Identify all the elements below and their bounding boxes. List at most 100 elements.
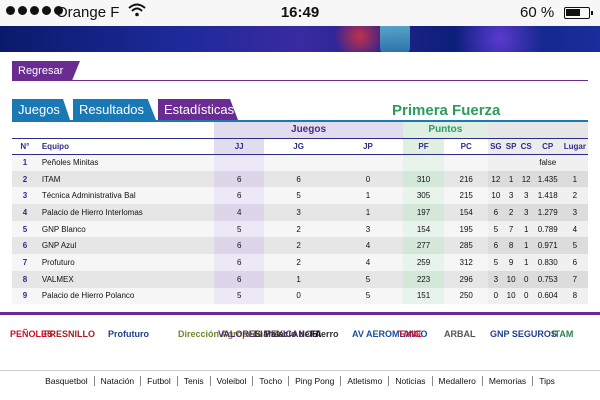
cell-jg: 3 bbox=[263, 204, 334, 221]
back-button[interactable]: Regresar bbox=[12, 61, 80, 81]
col-header-cp: CP bbox=[533, 137, 562, 155]
table-row: 4 Palacio de Hierro Interlomas 4 3 1 197 154 6 2… bbox=[12, 204, 588, 221]
cell-lugar: 4 bbox=[561, 220, 588, 238]
cell-pf: 223 bbox=[402, 270, 445, 288]
cell-cs: 3 bbox=[518, 204, 534, 221]
cell-cp: 0.789 bbox=[533, 220, 562, 238]
cell-cs: 0 bbox=[518, 287, 534, 305]
table-row: 5 GNP Blanco 5 2 3 154 195 5 7 1 0.789 4 bbox=[12, 220, 588, 238]
cell-jp: 4 bbox=[333, 254, 403, 271]
cell-cp: 0.830 bbox=[533, 254, 562, 271]
table-row: 1 Peñoles Minitas false bbox=[12, 154, 588, 171]
cell-jp: 3 bbox=[333, 220, 403, 238]
table-row: 2 ITAM 6 6 0 310 216 12 1 12 1.435 1 bbox=[12, 170, 588, 188]
col-header-equipo: Equipo bbox=[37, 137, 215, 155]
cell-equipo: Palacio de Hierro Polanco bbox=[37, 287, 215, 305]
cell-n: 4 bbox=[12, 204, 38, 221]
footer-link[interactable]: Tocho bbox=[253, 376, 290, 386]
cell-sg: 5 bbox=[488, 254, 504, 271]
cell-jj: 6 bbox=[214, 270, 264, 288]
cell-sg: 3 bbox=[488, 270, 504, 288]
tab-resultados[interactable]: Resultados bbox=[73, 99, 156, 120]
cell-jg: 1 bbox=[263, 270, 334, 288]
cell-lugar: 7 bbox=[561, 270, 588, 288]
sponsor-bar: PEÑOLES FRESNILLO Profuturo Dirección Agrop… bbox=[0, 325, 600, 357]
cell-sp bbox=[503, 154, 519, 171]
sponsor-logo[interactable]: Profuturo bbox=[108, 329, 149, 340]
cell-jj: 6 bbox=[214, 254, 264, 271]
divider bbox=[12, 80, 588, 81]
cell-n: 2 bbox=[12, 170, 38, 188]
cell-n: 5 bbox=[12, 220, 38, 238]
sponsor-logo[interactable]: TANE bbox=[398, 329, 422, 340]
cell-cs bbox=[518, 154, 534, 171]
cell-jg: 2 bbox=[263, 254, 334, 271]
cell-cs: 12 bbox=[518, 170, 534, 188]
cell-n: 8 bbox=[12, 270, 38, 288]
cell-pf: 310 bbox=[402, 170, 445, 188]
sponsor-logo[interactable]: FA bbox=[310, 329, 322, 340]
cell-n: 9 bbox=[12, 287, 38, 305]
tab-juegos[interactable]: Juegos bbox=[12, 99, 70, 120]
cell-cs: 1 bbox=[518, 254, 534, 271]
cell-lugar: 2 bbox=[561, 187, 588, 205]
group-header-juegos: Juegos bbox=[214, 122, 403, 138]
col-header-pf: PF bbox=[402, 137, 445, 155]
cell-n: 1 bbox=[12, 154, 38, 171]
cell-n: 3 bbox=[12, 187, 38, 205]
footer-link[interactable]: Medallero bbox=[433, 376, 483, 386]
col-header-jp: JP bbox=[333, 137, 403, 155]
sponsor-logo[interactable]: ARBAL bbox=[444, 329, 476, 340]
cell-sg: 10 bbox=[488, 187, 504, 205]
division-title: Primera Fuerza bbox=[392, 102, 501, 119]
sponsor-divider bbox=[0, 312, 600, 315]
cell-equipo: Palacio de Hierro Interlomas bbox=[37, 204, 215, 221]
cell-cp: 1.279 bbox=[533, 204, 562, 221]
cell-jp: 4 bbox=[333, 237, 403, 255]
cell-cs: 1 bbox=[518, 237, 534, 255]
cell-pf: 277 bbox=[402, 237, 445, 255]
cell-cs: 0 bbox=[518, 270, 534, 288]
cell-pc bbox=[444, 154, 489, 171]
footer-link[interactable]: Ping Pong bbox=[289, 376, 342, 386]
footer-link[interactable]: Tenis bbox=[178, 376, 211, 386]
table-row: 9 Palacio de Hierro Polanco 5 0 5 151 250 0 10 0 0… bbox=[12, 287, 588, 305]
cell-sp: 10 bbox=[503, 270, 519, 288]
cell-sp: 8 bbox=[503, 237, 519, 255]
cell-cp: 0.753 bbox=[533, 270, 562, 288]
header-banner bbox=[0, 26, 600, 52]
cell-sp: 1 bbox=[503, 170, 519, 188]
table-row: 8 VALMEX 6 1 5 223 296 3 10 0 0.753 7 bbox=[12, 270, 588, 288]
cell-pc: 285 bbox=[444, 237, 489, 255]
col-header-jj: JJ bbox=[214, 137, 264, 155]
tab-estadisticas[interactable]: Estadísticas bbox=[158, 99, 238, 120]
cell-sp: 10 bbox=[503, 287, 519, 305]
cell-cp: 1.435 bbox=[533, 170, 562, 188]
cell-lugar bbox=[561, 154, 588, 171]
footer-link[interactable]: Natación bbox=[95, 376, 142, 386]
cell-cs: 1 bbox=[518, 220, 534, 238]
footer-link[interactable]: Voleibol bbox=[211, 376, 254, 386]
footer-link[interactable]: Basquetbol bbox=[39, 376, 95, 386]
sponsor-logo[interactable]: El Palacio de Hierro bbox=[254, 329, 339, 340]
sponsor-logo[interactable]: FRESNILLO bbox=[44, 329, 95, 340]
cell-pf: 259 bbox=[402, 254, 445, 271]
cell-pf: 154 bbox=[402, 220, 445, 238]
cell-equipo: Técnica Administrativa Bal bbox=[37, 187, 215, 205]
cell-jj: 6 bbox=[214, 237, 264, 255]
cell-lugar: 6 bbox=[561, 254, 588, 271]
status-bar: Orange F 16:49 60 % bbox=[0, 0, 600, 26]
cell-jj: 4 bbox=[214, 204, 264, 221]
cell-pf bbox=[402, 154, 445, 171]
sponsor-logo[interactable]: GNP SEGUROS bbox=[490, 329, 557, 340]
footer-link[interactable]: Noticias bbox=[389, 376, 433, 386]
cell-pc: 216 bbox=[444, 170, 489, 188]
cell-cp: false bbox=[533, 154, 562, 171]
cell-sp: 3 bbox=[503, 187, 519, 205]
sponsor-logo[interactable]: ITAM bbox=[552, 329, 573, 340]
footer-link[interactable]: Atletismo bbox=[341, 376, 390, 386]
cell-jg: 2 bbox=[263, 220, 334, 238]
footer-link[interactable]: Memorias bbox=[483, 376, 534, 386]
footer-link[interactable]: Tips bbox=[533, 376, 561, 386]
footer-link[interactable]: Futbol bbox=[141, 376, 178, 386]
